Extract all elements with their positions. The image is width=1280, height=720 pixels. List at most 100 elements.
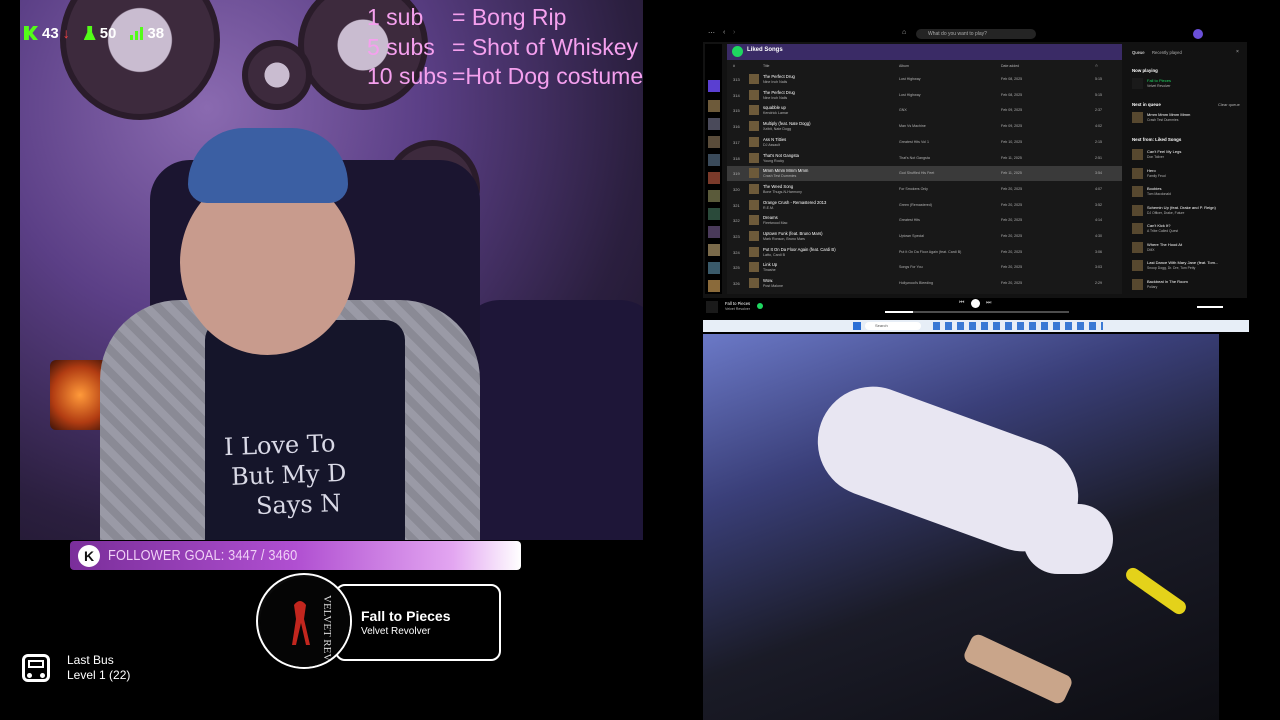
next-icon[interactable]: ⏭ [986, 300, 991, 307]
queue-item[interactable]: Mmm Mmm Mmm Mmm Crash Test Dummies [1132, 111, 1244, 125]
dog-head [1023, 504, 1113, 574]
album-art [749, 199, 759, 210]
album-art [1132, 78, 1143, 89]
queue-item[interactable]: Can't Feel My Legs Don Toliver [1132, 148, 1244, 162]
check-icon[interactable] [757, 303, 763, 309]
playlist-icon[interactable] [708, 136, 720, 148]
dog-toy [1123, 565, 1189, 617]
track-row[interactable]: 314 The Perfect Drug Nine Inch Nails Lost H… [727, 88, 1122, 103]
queue-item[interactable]: Boobies Tom Macdonald [1132, 185, 1244, 199]
previous-icon[interactable]: ⏮ [959, 300, 964, 307]
track-row[interactable]: 316 Multiply (feat. Nate Dogg) Xzibit, Nat… [727, 119, 1122, 134]
library-sidebar [705, 44, 722, 294]
track-row[interactable]: 324 Put It On Da Floor Again (feat. Cardi… [727, 245, 1122, 260]
clear-queue-button[interactable]: Clear queue [1218, 102, 1240, 107]
sub-goal-3: 10 subs =Hot Dog costume [367, 63, 644, 89]
windows-taskbar: Search [703, 320, 1249, 332]
home-icon[interactable]: ⌂ [902, 29, 906, 36]
back-icon[interactable]: ‹ [723, 29, 725, 36]
forward-icon[interactable]: › [733, 29, 735, 36]
couch [460, 300, 643, 540]
album-art [749, 74, 759, 84]
album-art [1132, 204, 1143, 216]
playlist-icon[interactable] [708, 154, 720, 166]
stream-stats: 43 ↓ 50 38 [24, 20, 164, 46]
playlist-icon[interactable] [708, 118, 720, 130]
track-row[interactable]: 325 Link Up Tinashe Songs For You Feb 20, 20… [727, 260, 1122, 275]
taskbar-apps[interactable] [933, 322, 1103, 330]
player-bar: Fall to Pieces Velvet Revolver ⏮ ⏭ [703, 298, 1247, 316]
close-icon[interactable]: × [1236, 49, 1239, 55]
track-row[interactable]: 315 squabble up Kendrick Lamar GNX Feb 09, 2… [727, 103, 1122, 118]
album-art: VELVET REVOLVER [256, 573, 352, 669]
spotify-window: ⋯ ‹ › ⌂ What do you want to play? Liked … [703, 26, 1247, 316]
tab-queue[interactable]: Queue [1132, 50, 1145, 55]
playlist-icon[interactable] [708, 226, 720, 238]
album-art [1132, 167, 1143, 179]
playlist-icon[interactable] [708, 208, 720, 220]
volume-slider[interactable] [1197, 306, 1223, 308]
album-art [706, 301, 718, 313]
follower-count: 50 [83, 25, 116, 42]
sub-count: 38 [130, 25, 164, 42]
dreamcatcher-decor [242, 40, 312, 110]
album-art [749, 89, 759, 100]
album-art [1132, 223, 1143, 234]
playlist-icon[interactable] [708, 190, 720, 202]
album-art [749, 183, 759, 194]
playlist-icon[interactable] [708, 244, 720, 256]
playlist-view: Liked Songs # Title Album Date added ⏱ 3… [727, 44, 1122, 294]
playlist-icon[interactable] [708, 100, 720, 112]
taskbar-search[interactable]: Search [865, 322, 921, 330]
album-art [749, 215, 759, 226]
liked-songs-icon[interactable] [708, 80, 720, 92]
last-bus-label: Last Bus [67, 653, 114, 667]
progress-bar[interactable] [885, 311, 1069, 313]
track-table-header: # Title Album Date added ⏱ [733, 64, 1098, 68]
track-row[interactable]: 313 The Perfect Drug Nine Inch Nails Lost H… [727, 72, 1122, 87]
playlist-icon[interactable] [708, 262, 720, 274]
follower-goal-bar: K FOLLOWER GOAL: 3447 / 3460 [70, 541, 521, 570]
track-row[interactable]: 322 Dreams Fleetwood Mac Greatest Hits Feb 2… [727, 213, 1122, 228]
tab-recently-played[interactable]: Recently played [1152, 50, 1182, 55]
queue-panel: Queue Recently played × Now playing Fall… [1127, 44, 1247, 294]
avatar[interactable] [1193, 29, 1203, 39]
menu-icon[interactable]: ⋯ [708, 29, 715, 37]
search-input[interactable]: What do you want to play? [916, 29, 1036, 39]
playlist-icon[interactable] [708, 172, 720, 184]
dreamcatcher-decor [60, 0, 220, 120]
track-row[interactable]: 319 Mmm Mmm Mmm Mmm Crash Test Dummies God … [727, 166, 1122, 182]
queue-item[interactable]: Hero Family Feud [1132, 167, 1244, 181]
queue-item[interactable]: Can't Kick It? A Tribe Called Quest [1132, 222, 1244, 236]
bars-icon [130, 26, 144, 40]
playlist-icon[interactable] [708, 280, 720, 292]
queue-item[interactable]: Backbeat In The Room Poliary [1132, 278, 1244, 292]
track-row[interactable]: 323 Uptown Funk (feat. Bruno Mars) Mark Ro… [727, 229, 1122, 244]
track-row[interactable]: 326 Wow. Post Malone Hollywood's Bleeding Fe… [727, 276, 1122, 291]
pet-camera-feed [703, 334, 1219, 720]
album-art [749, 168, 759, 179]
track-row[interactable]: 320 The Weed Song Bone Thugs-N-Harmony For … [727, 182, 1122, 197]
track-row[interactable]: 321 Orange Crush - Remastered 2013 R.E.M. G… [727, 198, 1122, 213]
album-art [749, 105, 759, 116]
album-art [1132, 186, 1143, 197]
album-art [1132, 112, 1143, 123]
queue-item[interactable]: Schemin Up (feat. Drake and P. Reign) DJ … [1132, 204, 1244, 218]
now-playing-title: Fall to Pieces [361, 608, 451, 624]
chew-treat [961, 632, 1075, 706]
queue-item[interactable]: Last Dance With Mary Jane (feat. Tom... S… [1132, 259, 1244, 273]
track-row[interactable]: 318 That's Not Gangsta Young Rocky That's N… [727, 151, 1122, 166]
playlist-header: Liked Songs [727, 44, 1122, 60]
person-icon [83, 26, 96, 40]
windows-start-icon[interactable] [853, 322, 861, 330]
shirt-print: I Love To But My D Says N [223, 429, 347, 521]
album-art [1132, 260, 1143, 271]
album-art [1132, 149, 1143, 160]
play-button[interactable] [732, 46, 743, 57]
pause-button[interactable] [971, 299, 980, 308]
viewer-count: 43 ↓ [24, 25, 70, 42]
queue-item[interactable]: Where The Hood At DMX [1132, 241, 1244, 255]
track-row[interactable]: 317 Ass N Titties DJ Assault Greatest Hits … [727, 135, 1122, 150]
queue-now-playing[interactable]: Fall to Pieces Velvet Revolver [1132, 77, 1244, 91]
arrow-down-icon: ↓ [62, 25, 70, 41]
